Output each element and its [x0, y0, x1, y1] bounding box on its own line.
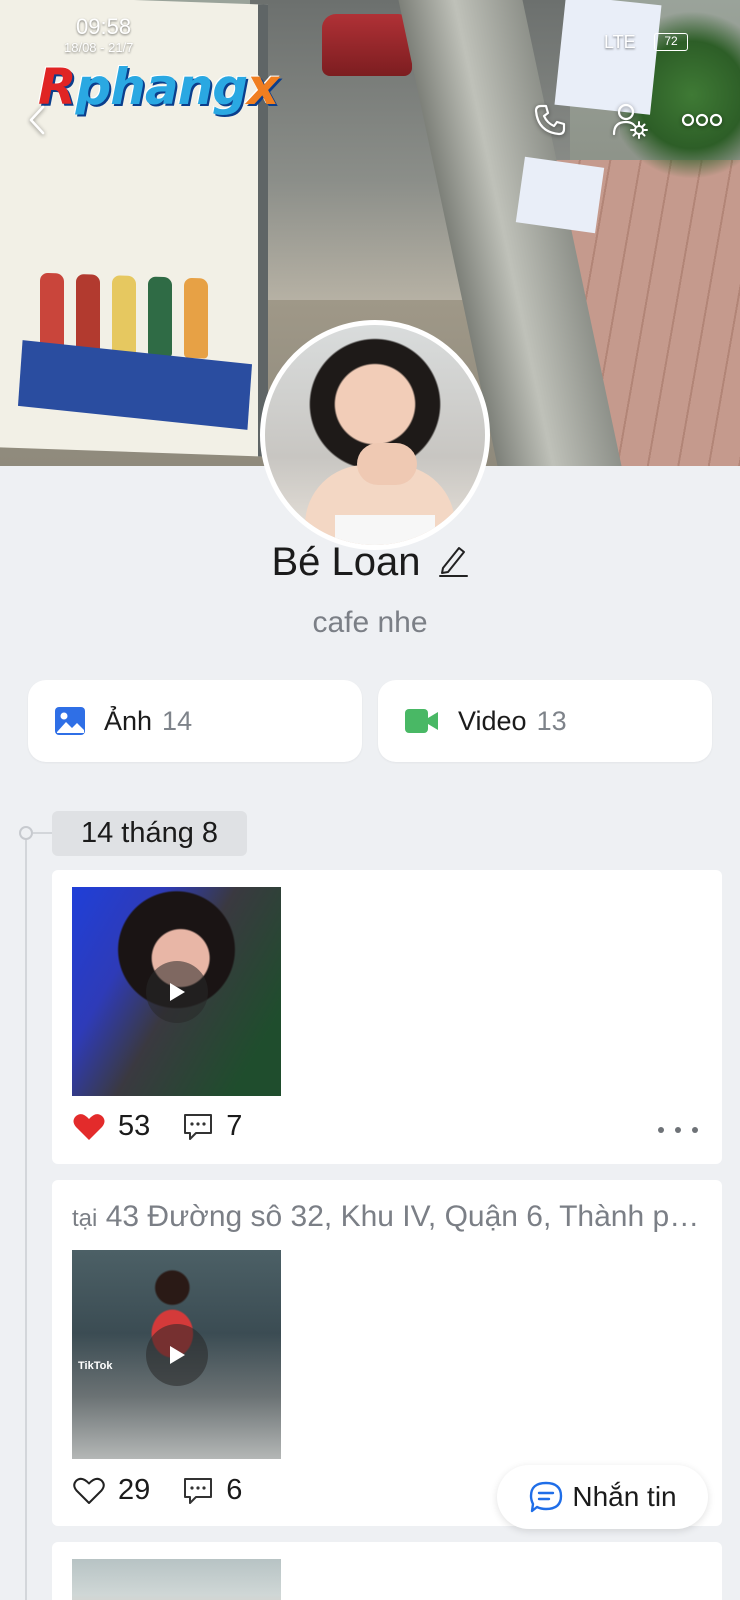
videos-count: 13 [536, 705, 567, 736]
play-button[interactable] [146, 961, 208, 1023]
post-stats: 53 7 [72, 1110, 274, 1143]
video-camera-icon [405, 709, 438, 733]
profile-name: Bé Loan [271, 540, 421, 584]
bottle [76, 273, 100, 355]
play-icon [170, 983, 185, 1001]
heart-outline-icon [73, 1477, 105, 1504]
status-time: 09:58 [76, 14, 132, 39]
video-thumbnail[interactable] [72, 887, 281, 1096]
cover-sticker [515, 156, 605, 234]
location-text: 43 Đường sô 32, Khu IV, Quận 6, Thành ph… [105, 1200, 702, 1233]
timeline-connector [33, 832, 53, 834]
avatar-figure [357, 443, 417, 485]
more-options-button[interactable] [678, 96, 726, 144]
photos-count: 14 [162, 705, 193, 736]
bottle [184, 277, 208, 359]
message-button-label: Nhắn tin [572, 1481, 677, 1512]
dot [675, 1127, 681, 1133]
comment-count: 7 [226, 1110, 243, 1142]
timeline-post[interactable] [52, 1542, 722, 1600]
video-thumbnail[interactable]: TikTok [72, 1250, 281, 1459]
cover-car [322, 14, 412, 76]
back-button[interactable] [14, 96, 62, 144]
bottle [148, 276, 172, 358]
post-stats: 29 6 [72, 1474, 274, 1507]
status-date: 18/08 - 21/7 [64, 40, 134, 55]
tiktok-overlay: TikTok [78, 1360, 113, 1372]
comment-count: 6 [226, 1474, 243, 1506]
phone-icon [534, 104, 566, 136]
photos-label: Ảnh [104, 705, 153, 736]
comment-icon [184, 1477, 213, 1504]
timeline-date-label: 14 tháng 8 [52, 811, 247, 856]
avatar[interactable] [260, 320, 490, 550]
video-thumbnail[interactable] [72, 1559, 281, 1600]
watermark-part: x [247, 58, 279, 116]
timeline-line [25, 832, 27, 1600]
pencil-icon [438, 547, 468, 577]
photos-card[interactable]: Ảnh 14 [28, 680, 362, 762]
post-location[interactable]: tại 43 Đường sô 32, Khu IV, Quận 6, Thàn… [72, 1200, 702, 1234]
play-icon [170, 1346, 185, 1364]
post-more-button[interactable] [658, 1120, 698, 1140]
dot [658, 1127, 664, 1133]
like-count: 29 [118, 1474, 151, 1506]
videos-card[interactable]: Video 13 [378, 680, 712, 762]
comment-icon [184, 1113, 213, 1140]
call-button[interactable] [526, 96, 574, 144]
image-icon [55, 707, 85, 735]
heart-filled-icon [73, 1113, 105, 1140]
edit-name-button[interactable] [437, 542, 469, 583]
play-button[interactable] [146, 1324, 208, 1386]
like-button[interactable]: 53 [72, 1110, 150, 1143]
dot [692, 1127, 698, 1133]
battery-indicator: 72 [654, 33, 688, 51]
profile-settings-button[interactable] [606, 96, 654, 144]
status-network: LTE [604, 32, 636, 52]
sign-address-banner [17, 340, 253, 430]
watermark-part: phang [75, 58, 249, 116]
timeline-dot [19, 826, 33, 840]
like-count: 53 [118, 1110, 151, 1142]
more-horizontal-icon [681, 113, 723, 127]
chevron-left-icon [29, 105, 45, 135]
location-prefix: tại [72, 1205, 98, 1232]
videos-label: Video [458, 705, 527, 736]
like-button[interactable]: 29 [72, 1474, 150, 1507]
bottle [112, 275, 136, 357]
user-settings-icon [612, 103, 648, 139]
profile-name-row: Bé Loan [0, 540, 740, 585]
comment-button[interactable]: 6 [182, 1474, 242, 1507]
chat-bubble-icon [530, 1481, 563, 1513]
profile-bio: cafe nhe [312, 606, 428, 639]
message-button[interactable]: Nhắn tin [497, 1465, 708, 1529]
watermark-logo: Rphangx [38, 58, 279, 116]
timeline-post[interactable]: 53 7 [52, 870, 722, 1164]
comment-button[interactable]: 7 [182, 1110, 242, 1143]
